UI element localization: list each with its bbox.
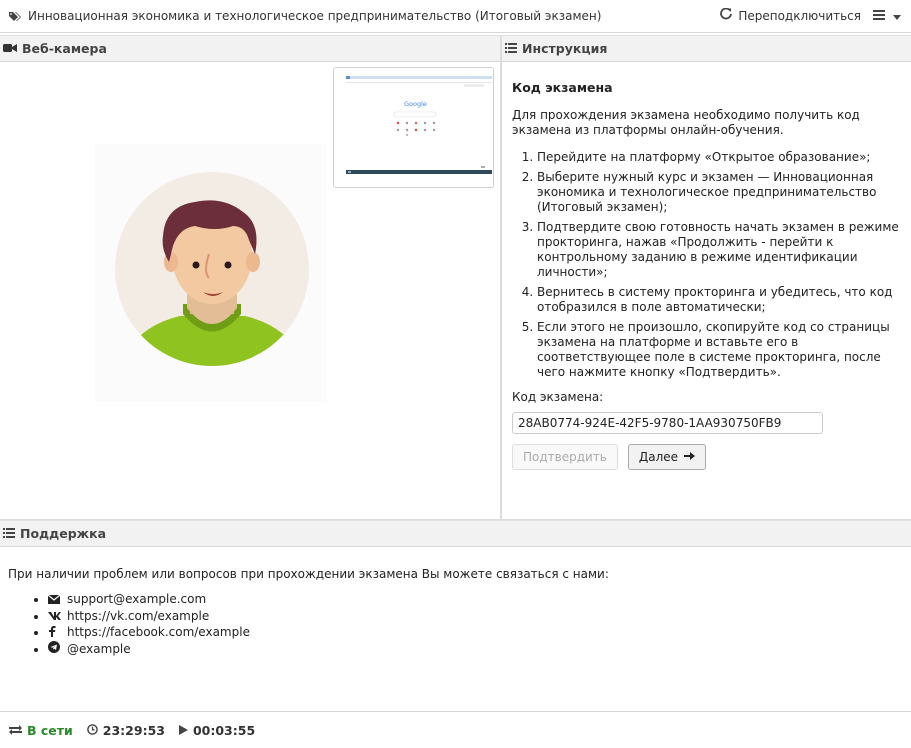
arrow-right-icon (684, 450, 696, 464)
list-icon (3, 526, 15, 541)
instruction-panel-header: Инструкция (502, 35, 911, 62)
exam-title: Инновационная экономика и технологическо… (28, 9, 602, 23)
google-logo-text: Google (404, 100, 427, 108)
next-button[interactable]: Далее (627, 444, 707, 470)
contact-telegram-text: @example (67, 641, 131, 656)
confirm-label: Подтвердить (523, 450, 607, 464)
support-panel-header: Поддержка (0, 520, 911, 547)
confirm-button[interactable]: Подтвердить (512, 444, 618, 470)
instruction-step: Если этого не произошло, скопируйте код … (537, 320, 901, 380)
top-bar: Инновационная экономика и технологическо… (0, 0, 911, 33)
support-intro: При наличии проблем или вопросов при про… (8, 567, 609, 581)
instruction-step: Перейдите на платформу «Открытое образов… (537, 150, 901, 165)
list-icon (505, 41, 517, 56)
status-bar: В сети 23:29:53 00:03:55 (0, 711, 911, 748)
instruction-content: Код экзамена Для прохождения экзамена не… (502, 63, 911, 519)
exam-code-input[interactable] (512, 412, 823, 434)
elapsed-timer: 00:03:55 (178, 722, 256, 738)
exam-code-title: Код экзамена (512, 80, 613, 95)
connection-status-text: В сети (27, 722, 73, 738)
telegram-icon (48, 641, 62, 657)
clock-time: 23:29:53 (102, 722, 165, 738)
instruction-heading: Инструкция (522, 41, 608, 56)
contact-email[interactable]: support@example.com (47, 591, 903, 608)
screen-share-preview: Google (333, 67, 494, 188)
support-heading: Поддержка (20, 526, 107, 541)
support-contacts: support@example.com https://vk.com/examp… (8, 591, 903, 657)
contact-email-text: support@example.com (67, 592, 207, 606)
contact-facebook-text: https://facebook.com/example (67, 625, 250, 639)
reconnect-button[interactable]: Переподключиться (720, 7, 861, 23)
webcam-panel-header: Веб-камера (0, 35, 500, 62)
webcam-feed (95, 144, 327, 402)
caret-down-icon (893, 9, 901, 23)
contact-vk[interactable]: https://vk.com/example (48, 608, 903, 625)
main-menu-button[interactable] (873, 9, 901, 23)
exam-code-label: Код экзамена: (512, 390, 604, 404)
contact-telegram[interactable]: @example (48, 641, 903, 658)
instruction-steps: Перейдите на платформу «Открытое образов… (512, 150, 901, 380)
clock-icon (86, 723, 98, 738)
connection-status: В сети (9, 723, 73, 738)
video-camera-icon (3, 41, 17, 56)
support-content: При наличии проблем или вопросов при про… (0, 548, 911, 657)
instruction-step: Выберите нужный курс и экзамен — Инновац… (537, 170, 901, 215)
reconnect-label: Переподключиться (738, 8, 861, 23)
instruction-step: Подтвердите свою готовность начать экзам… (537, 220, 901, 280)
facebook-icon (48, 625, 62, 641)
elapsed-time: 00:03:55 (192, 722, 256, 738)
vk-icon (48, 608, 62, 624)
instruction-intro: Для прохождения экзамена необходимо полу… (512, 108, 860, 137)
instruction-step: Вернитесь в систему прокторинга и убедит… (537, 285, 901, 315)
tag-icon (9, 11, 22, 25)
clock-display: 23:29:53 (86, 722, 165, 738)
play-icon (178, 723, 188, 738)
envelope-icon (47, 592, 62, 608)
next-label: Далее (638, 450, 679, 464)
webcam-heading: Веб-камера (22, 41, 107, 56)
refresh-icon (720, 7, 733, 23)
contact-facebook[interactable]: https://facebook.com/example (48, 624, 903, 641)
contact-vk-text: https://vk.com/example (67, 608, 210, 623)
hamburger-icon (873, 9, 885, 23)
exchange-icon (9, 723, 22, 738)
user-avatar (115, 172, 309, 366)
